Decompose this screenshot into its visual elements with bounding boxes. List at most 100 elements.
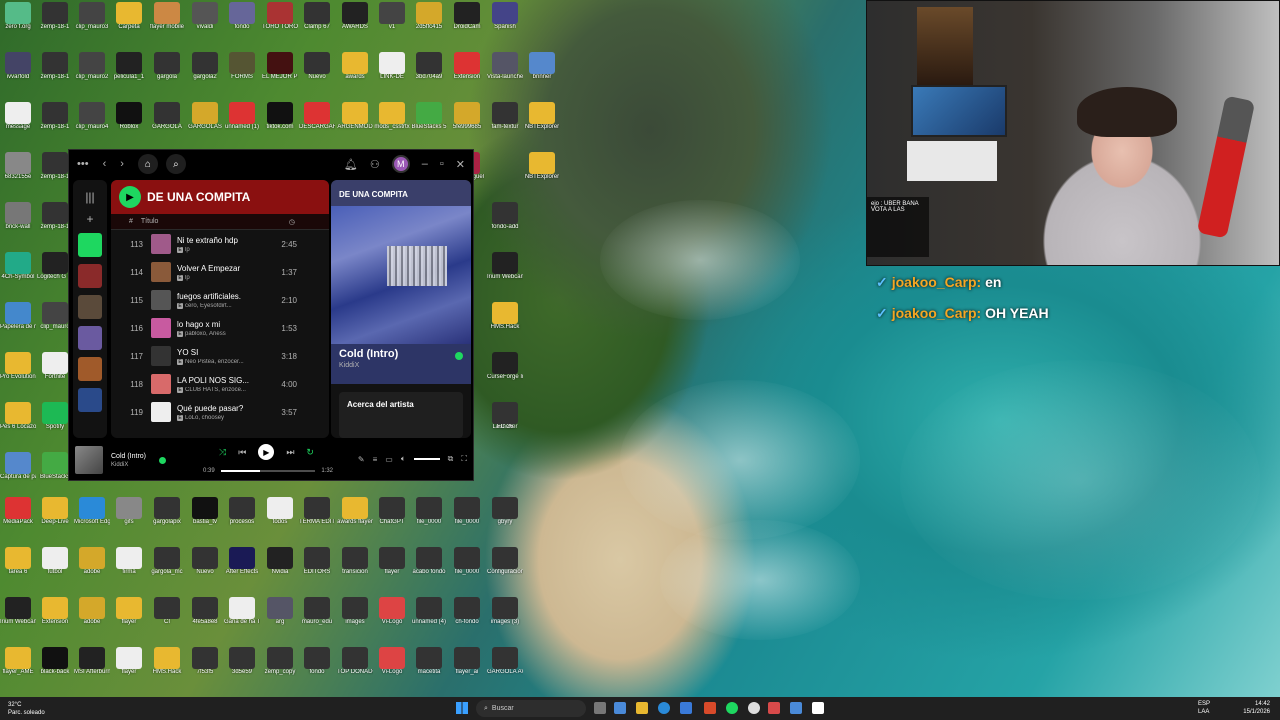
desktop-icon[interactable]: 6832155e <box>0 152 36 194</box>
desktop-icon[interactable]: After Effects <box>224 547 260 589</box>
track-name[interactable]: Ni te extraño hdp <box>177 236 297 245</box>
about-artist-card[interactable]: Acerca del artista <box>339 392 463 438</box>
desktop-icon[interactable]: Roblox <box>111 102 147 144</box>
desktop-icon[interactable]: Vi-Logo <box>374 647 410 689</box>
desktop-icon[interactable]: TERMA EDITOR <box>299 497 335 539</box>
desktop-icon[interactable]: gargola_mc <box>149 547 185 589</box>
queue-icon[interactable]: ≡ <box>373 455 378 464</box>
desktop-icon[interactable]: zemp-18-1 <box>37 52 73 94</box>
liked-songs-tile[interactable] <box>78 233 102 257</box>
menu-icon[interactable]: ••• <box>77 158 89 170</box>
desktop-icon[interactable]: zemp_copy <box>262 647 298 689</box>
notepad-icon[interactable] <box>790 702 802 714</box>
desktop-icon[interactable]: Papelera de reciclaje <box>0 302 36 344</box>
desktop-icon[interactable]: EL MEJOR PHONK <box>262 52 298 94</box>
miniplayer-icon[interactable]: ⧉ <box>448 454 454 464</box>
desktop-icon[interactable]: TOP DONADOR <box>337 647 373 689</box>
store-icon[interactable] <box>680 702 692 714</box>
library-item[interactable] <box>78 357 102 381</box>
track-artist[interactable]: CLUB HATS, enzoce... <box>185 387 246 393</box>
previous-icon[interactable]: ⏮ <box>238 447 246 458</box>
track-name[interactable]: Qué puede pasar? <box>177 404 297 413</box>
desktop-icon[interactable]: clip_mauro4 <box>74 102 110 144</box>
close-icon[interactable]: ✕ <box>456 158 465 171</box>
desktop-icon[interactable]: CurseForge Installer <box>487 352 523 394</box>
notification-icon[interactable]: 🔔︎ <box>344 158 358 171</box>
desktop-icon[interactable]: gbyry <box>487 497 523 539</box>
desktop-icon[interactable]: HMS.Hack <box>149 647 185 689</box>
desktop-icon[interactable]: ARGENMOD <box>337 102 373 144</box>
desktop-icon[interactable]: awards flayer <box>337 497 373 539</box>
desktop-icon[interactable]: tarea 6 <box>0 547 36 589</box>
desktop-icon[interactable]: flayer mobile <box>149 2 185 44</box>
desktop-icon[interactable]: EDITORS <box>299 547 335 589</box>
back-icon[interactable]: ‹ <box>103 158 107 170</box>
desktop-icon[interactable]: pelicula1_1 <box>111 52 147 94</box>
desktop-icon[interactable]: Vi-Logo <box>374 597 410 639</box>
track-row[interactable]: 114 Volver A Empezar Elp 1:37 <box>111 258 329 286</box>
desktop-icon[interactable]: MediaPack <box>0 497 36 539</box>
desktop-icon[interactable]: Clamp 67 <box>299 2 335 44</box>
app-icon[interactable] <box>768 702 780 714</box>
weather-widget[interactable]: 32°C Parc. soleado <box>8 701 45 717</box>
desktop-icon[interactable]: NBTExplorer <box>524 102 560 144</box>
track-name[interactable]: LA POLI NOS SIG... <box>177 376 297 385</box>
desktop-icon[interactable]: 7f53f5 <box>187 647 223 689</box>
desktop-icon[interactable]: Nuevo <box>187 547 223 589</box>
capcut-icon[interactable] <box>812 702 824 714</box>
saved-check-icon[interactable] <box>455 352 463 360</box>
desktop-icon[interactable]: ch-fondo <box>449 597 485 639</box>
desktop-icon[interactable]: flayer <box>111 597 147 639</box>
lyrics-icon[interactable]: ✎ <box>358 455 365 464</box>
track-row[interactable]: 117 YO SI E Neo Pistea, enzocer... 3:18 <box>111 342 329 370</box>
desktop-icon[interactable]: fondo-add <box>487 202 523 244</box>
desktop-icon[interactable]: zemp-18-1 <box>37 102 73 144</box>
desktop-icon[interactable]: 4Ch-Symbol <box>0 252 36 294</box>
desktop-icon[interactable]: transicion <box>337 547 373 589</box>
desktop-icon[interactable]: images (3) <box>487 597 523 639</box>
library-item[interactable] <box>78 326 102 350</box>
desktop-icon[interactable]: flayer_ai <box>449 647 485 689</box>
language-indicator[interactable]: ESP LAA <box>1198 700 1210 716</box>
library-item[interactable] <box>78 388 102 412</box>
desktop-icon[interactable]: futbol <box>37 547 73 589</box>
desktop-icon[interactable]: GARGOLA <box>149 102 185 144</box>
track-row[interactable]: 118 LA POLI NOS SIG... E CLUB HATS, enzoce.… <box>111 370 329 398</box>
avatar[interactable]: M <box>391 155 410 173</box>
desktop-icon[interactable]: ChatGPT <box>374 497 410 539</box>
repeat-icon[interactable]: ↻ <box>306 447 314 458</box>
devices-icon[interactable]: ▭ <box>385 455 393 464</box>
track-name[interactable]: lo hago x mi <box>177 320 297 329</box>
desktop-icon[interactable]: zero f.org <box>0 2 36 44</box>
desktop-icon[interactable]: fam-textur <box>487 102 523 144</box>
track-artist[interactable]: lp <box>185 247 190 253</box>
desktop-icon[interactable]: gargola <box>149 52 185 94</box>
saved-check-icon[interactable] <box>159 456 166 464</box>
forward-icon[interactable]: › <box>120 158 124 170</box>
desktop-icon[interactable]: file_0000 <box>449 547 485 589</box>
desktop-icon[interactable]: gargola2 <box>187 52 223 94</box>
desktop-icon[interactable]: Deep-Live <box>37 497 73 539</box>
desktop-icon[interactable]: BlueStacks 5 <box>411 102 447 144</box>
desktop-icon[interactable]: awards <box>337 52 373 94</box>
desktop-icon[interactable]: TORO TORO <box>262 2 298 44</box>
library-icon[interactable]: ||| <box>73 190 107 204</box>
desktop-icon[interactable]: mauro_edu <box>299 597 335 639</box>
desktop-icon[interactable]: FORMS <box>224 52 260 94</box>
desktop-icon[interactable]: Configuracion <box>487 547 523 589</box>
progress-bar[interactable]: 0:39 1:32 <box>203 467 333 475</box>
desktop-icon[interactable]: mods_csstrtx <box>374 102 410 144</box>
track-name[interactable]: fuegos artificiales. <box>177 292 297 301</box>
bar-song[interactable]: Cold (Intro) <box>111 453 155 460</box>
track-artist[interactable]: lp <box>185 275 190 281</box>
desktop-icon[interactable]: CI <box>149 597 185 639</box>
desktop-icon[interactable]: brick-wall <box>0 202 36 244</box>
desktop-icon[interactable]: arg <box>262 597 298 639</box>
maximize-icon[interactable]: ▫ <box>440 158 444 170</box>
desktop-icon[interactable]: Nvidia <box>262 547 298 589</box>
desktop-icon[interactable]: Pes 6 Locazos <box>0 402 36 444</box>
desktop-icon[interactable]: Pro Evolution Soccer 6 <box>0 352 36 394</box>
desktop-icon[interactable]: Spanish <box>487 2 523 44</box>
desktop-icon[interactable]: gifs <box>111 497 147 539</box>
desktop-icon[interactable]: ivvarfold <box>0 52 36 94</box>
